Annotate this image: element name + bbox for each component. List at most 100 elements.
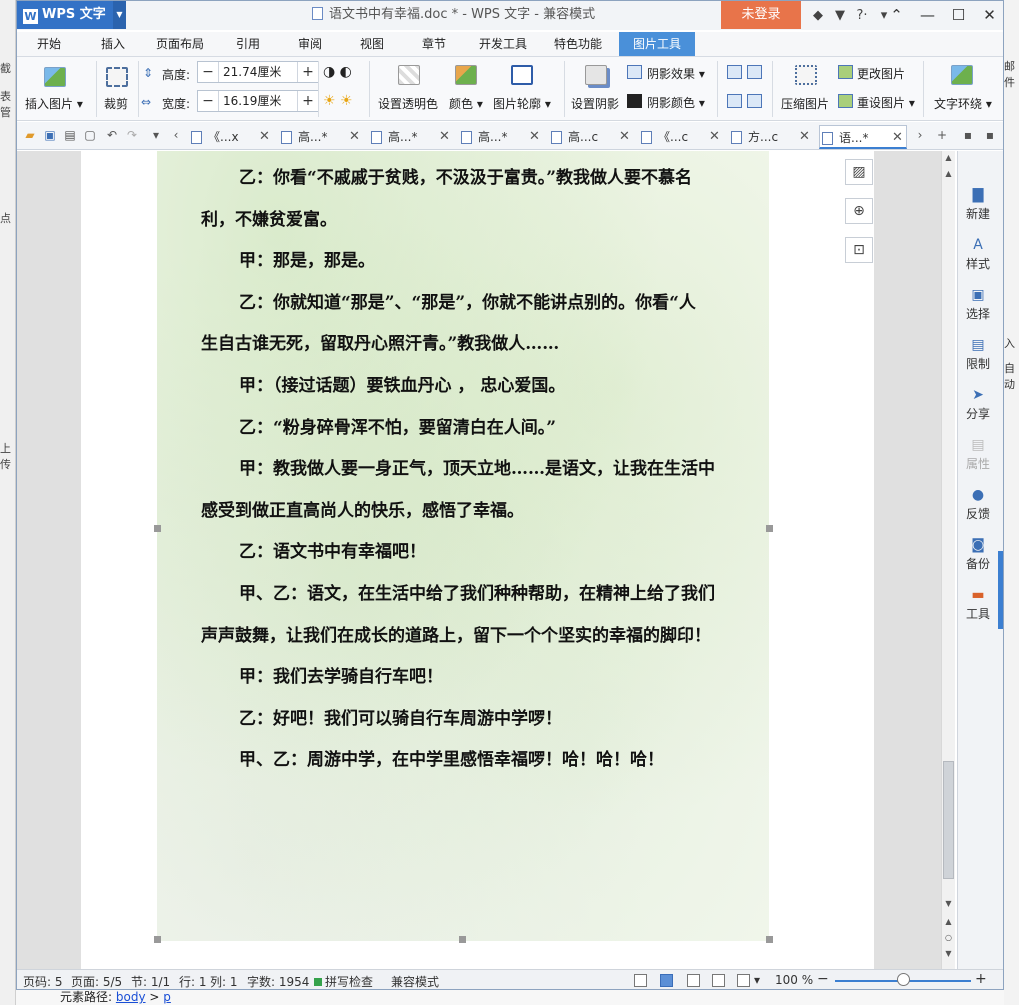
document-tab[interactable]: 高...* ✕ <box>369 125 453 149</box>
tabs-left-arrow-icon[interactable]: ‹ <box>169 128 183 142</box>
open-icon[interactable]: ▰ <box>23 128 37 142</box>
customize-toolbar-icon[interactable]: ▾ <box>149 128 163 142</box>
scrollbar-thumb[interactable] <box>943 761 954 879</box>
close-tab-icon[interactable]: ✕ <box>349 125 360 149</box>
tab-list-icon[interactable]: ▪ <box>961 128 975 142</box>
resize-handle[interactable] <box>766 525 773 532</box>
document-tab[interactable]: 方...c ✕ <box>729 125 813 149</box>
shadow-right-icon[interactable] <box>747 65 762 79</box>
next-page-icon[interactable]: ▼ <box>942 949 955 958</box>
zoom-out-icon[interactable]: − <box>817 971 829 987</box>
zoom-in-icon[interactable]: ⊕ <box>845 198 873 224</box>
scroll-up-icon[interactable]: ▲ <box>942 153 955 162</box>
outline-view-icon[interactable] <box>687 974 700 987</box>
document-tab[interactable]: 高...c ✕ <box>549 125 633 149</box>
tab-page-layout[interactable]: 页面布局 <box>147 32 213 56</box>
shadow-color-button[interactable]: 阴影颜色 ▾ <box>647 94 705 111</box>
chevron-down-icon[interactable]: ▾ <box>754 973 760 987</box>
full-screen-icon[interactable] <box>634 974 647 987</box>
redo-icon[interactable]: ↷ <box>125 128 139 142</box>
decrease-width-button[interactable]: − <box>198 91 218 111</box>
shadow-up-icon[interactable] <box>727 65 742 79</box>
tab-chapter[interactable]: 章节 <box>411 32 457 56</box>
shadow-effect-button[interactable]: 阴影效果 ▾ <box>647 65 705 82</box>
layout-options-icon[interactable]: ▨ <box>845 159 873 185</box>
print-icon[interactable]: ▤ <box>63 128 77 142</box>
scroll-down-icon[interactable]: ▼ <box>942 899 955 908</box>
document-tab[interactable]: 《...x ✕ <box>189 125 273 149</box>
vertical-scrollbar[interactable]: ▲ ▲ ▼ ▲ ○ ▼ <box>941 151 955 969</box>
resize-handle[interactable] <box>154 936 161 943</box>
shirt-icon[interactable]: ▼ <box>829 8 851 23</box>
tab-home[interactable]: 开始 <box>25 32 73 56</box>
maximize-icon[interactable]: ☐ <box>943 1 974 29</box>
help-icon[interactable]: ?· <box>851 8 873 23</box>
close-icon[interactable]: ✕ <box>974 1 1003 29</box>
tab-picture-tools[interactable]: 图片工具 <box>619 32 695 56</box>
minimize-icon[interactable]: — <box>912 1 943 29</box>
panel-button-toolbox[interactable]: ▬ 工具 <box>958 587 998 622</box>
change-picture-button[interactable]: 更改图片 <box>857 65 905 82</box>
select-browse-object-icon[interactable]: ○ <box>942 933 955 942</box>
word-count[interactable]: 字数: 1954 <box>247 973 309 989</box>
close-tab-icon[interactable]: ✕ <box>709 125 720 149</box>
height-input[interactable]: 21.74厘米 <box>218 62 298 82</box>
panel-button-select[interactable]: ▣ 选择 <box>958 287 998 322</box>
web-view-icon[interactable] <box>712 974 725 987</box>
reading-view-icon[interactable] <box>737 974 750 987</box>
collapse-ribbon-icon[interactable]: ⌃ <box>881 1 912 29</box>
tab-view[interactable]: 视图 <box>349 32 395 56</box>
close-tab-icon[interactable]: ✕ <box>439 125 450 149</box>
document-tab[interactable]: 《...c ✕ <box>639 125 723 149</box>
app-menu-button[interactable]: W WPS 文字 ▼ <box>17 1 126 29</box>
page-count[interactable]: 页面: 5/5 <box>71 973 122 989</box>
shadow-down-icon[interactable] <box>747 94 762 108</box>
close-tab-icon[interactable]: ✕ <box>799 125 810 149</box>
increase-height-button[interactable]: + <box>298 62 318 82</box>
close-tab-icon[interactable]: ✕ <box>529 125 540 149</box>
document-tab-active[interactable]: 语...* ✕ <box>819 125 907 149</box>
reset-picture-button[interactable]: 重设图片 ▾ <box>857 94 915 111</box>
element-path-body-link[interactable]: body <box>116 990 146 1004</box>
resize-handle[interactable] <box>154 525 161 532</box>
new-tab-icon[interactable]: + <box>935 128 949 142</box>
undo-icon[interactable]: ↶ <box>105 128 119 142</box>
zoom-slider-thumb[interactable] <box>897 973 910 986</box>
element-path-p-link[interactable]: p <box>163 990 171 1004</box>
login-button[interactable]: 未登录 <box>721 1 801 29</box>
width-input[interactable]: 16.19厘米 <box>218 91 298 111</box>
shadow-left-icon[interactable] <box>727 94 742 108</box>
brightness-icons[interactable]: ☀ ☀ <box>323 93 353 109</box>
tab-references[interactable]: 引用 <box>225 32 271 56</box>
panel-button-backup[interactable]: ◙ 备份 <box>958 537 998 572</box>
scroll-up-icon[interactable]: ▲ <box>942 169 955 178</box>
panel-button-feedback[interactable]: ● 反馈 <box>958 487 998 522</box>
tabs-right-arrow-icon[interactable]: › <box>913 128 927 142</box>
skin-icon[interactable]: ◆ <box>807 8 829 23</box>
document-tab[interactable]: 高...* ✕ <box>279 125 363 149</box>
save-icon[interactable]: ▣ <box>43 128 57 142</box>
zoom-level[interactable]: 100 % <box>775 973 813 987</box>
close-tab-icon[interactable]: ✕ <box>619 125 630 149</box>
panel-button-new-doc[interactable]: ▇ 新建 <box>958 187 998 222</box>
print-preview-icon[interactable]: ▢ <box>83 128 97 142</box>
panel-button-share[interactable]: ➤ 分享 <box>958 387 998 422</box>
tab-review[interactable]: 审阅 <box>287 32 333 56</box>
contrast-icons[interactable]: ◑ ◐ <box>323 64 352 80</box>
document-tab[interactable]: 高...* ✕ <box>459 125 543 149</box>
panel-button-style[interactable]: A 样式 <box>958 237 998 272</box>
crop-icon[interactable]: ⊡ <box>845 237 873 263</box>
tab-insert[interactable]: 插入 <box>89 32 137 56</box>
resize-handle[interactable] <box>459 936 466 943</box>
panel-button-restrict[interactable]: ▤ 限制 <box>958 337 998 372</box>
close-tab-icon[interactable]: ✕ <box>892 126 903 150</box>
close-tab-icon[interactable]: ✕ <box>259 125 270 149</box>
document-text[interactable]: 乙：你看“不戚戚于贫贱，不汲汲于富贵。”教我做人要不慕名 利，不嫌贫爱富。 甲：那是… <box>201 158 761 782</box>
resize-handle[interactable] <box>766 936 773 943</box>
previous-page-icon[interactable]: ▲ <box>942 917 955 926</box>
tab-developer[interactable]: 开发工具 <box>473 32 533 56</box>
page-view-icon[interactable] <box>660 974 673 987</box>
increase-width-button[interactable]: + <box>298 91 318 111</box>
spell-check-toggle[interactable]: 拼写检查 <box>314 973 373 989</box>
tab-menu-icon[interactable]: ▪ <box>983 128 997 142</box>
